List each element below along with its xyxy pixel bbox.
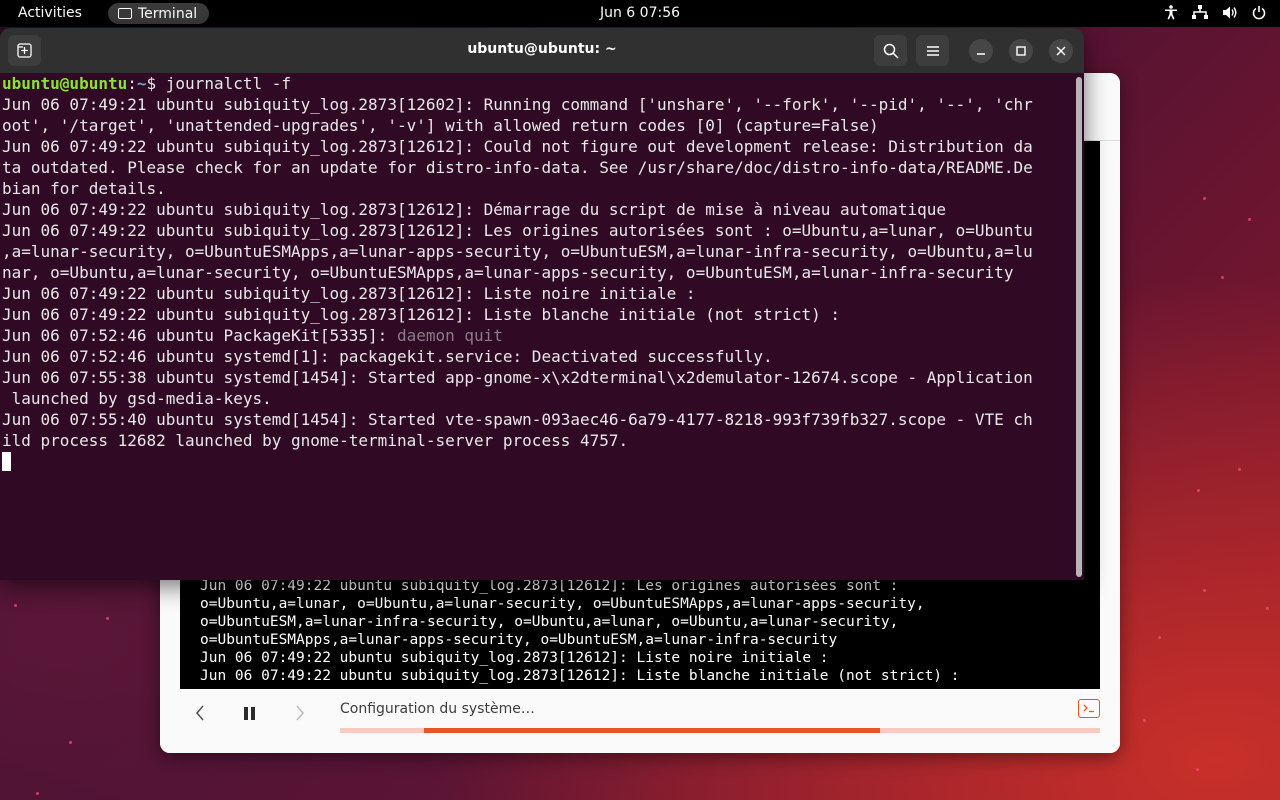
log-line-message: daemon quit <box>396 326 503 345</box>
log-line: nar, o=Ubuntu,a=lunar-security, o=Ubuntu… <box>2 263 1014 282</box>
log-line: oot', '/target', 'unattended-upgrades', … <box>2 116 879 135</box>
install-progress-fill <box>423 728 880 733</box>
log-line: Jun 06 07:49:22 ubuntu subiquity_log.287… <box>2 305 841 324</box>
log-line: Jun 06 07:49:22 ubuntu subiquity_log.287… <box>2 284 696 303</box>
command-text: journalctl -f <box>165 74 292 93</box>
log-line: Jun 06 07:49:22 ubuntu subiquity_log.287… <box>2 221 1033 240</box>
app-menu-terminal[interactable]: Terminal <box>108 3 210 24</box>
new-tab-button[interactable] <box>8 35 41 66</box>
new-tab-icon <box>17 43 32 58</box>
show-log-terminal-button[interactable] <box>1078 699 1100 718</box>
text-cursor <box>2 452 11 471</box>
menu-button[interactable] <box>916 35 949 66</box>
log-line: Jun 06 07:52:46 ubuntu systemd[1]: packa… <box>2 347 773 366</box>
search-icon <box>883 43 899 59</box>
terminal-icon <box>118 8 132 19</box>
log-line: Jun 06 07:55:40 ubuntu systemd[1454]: St… <box>2 410 1033 429</box>
chevron-left-icon <box>195 705 204 721</box>
back-button[interactable] <box>185 701 215 725</box>
pause-icon <box>244 706 255 720</box>
installer-footer: Configuration du système… <box>160 689 1120 753</box>
log-line: bian for details. <box>2 179 166 198</box>
log-line: Jun 06 07:49:22 ubuntu subiquity_log.287… <box>2 137 1033 156</box>
cursor-line <box>0 451 1074 472</box>
log-line-prefix: Jun 06 07:52:46 ubuntu PackageKit[5335]: <box>2 326 397 345</box>
terminal-scrollbar[interactable] <box>1076 77 1082 577</box>
hamburger-menu-icon <box>926 45 939 56</box>
power-icon[interactable] <box>1252 5 1266 20</box>
accessibility-icon[interactable] <box>1164 5 1178 20</box>
installer-log-line: o=UbuntuESM,a=lunar-infra-security, o=Ub… <box>200 614 899 630</box>
installer-status-text: Configuration du système… <box>340 701 535 717</box>
installer-log-line: Jun 06 07:49:22 ubuntu subiquity_log.287… <box>200 650 829 666</box>
installer-log-line: o=Ubuntu,a=lunar, o=Ubuntu,a=lunar-secur… <box>200 596 925 612</box>
search-button[interactable] <box>874 35 907 66</box>
installer-log-line: Jun 06 07:49:22 ubuntu subiquity_log.287… <box>200 668 960 684</box>
log-line: Jun 06 07:49:21 ubuntu subiquity_log.287… <box>2 95 1033 114</box>
log-line: launched by gsd-media-keys. <box>2 389 272 408</box>
forward-button[interactable] <box>285 701 315 725</box>
installer-log-line: o=UbuntuESMApps,a=lunar-apps-security, o… <box>200 632 838 648</box>
terminal-window: ubuntu@ubuntu: ~ ubuntu@ubuntu:~$ journa… <box>0 28 1084 580</box>
log-line: Jun 06 07:49:22 ubuntu subiquity_log.287… <box>2 200 947 219</box>
minimize-icon <box>977 53 985 55</box>
system-tray[interactable] <box>1164 5 1266 20</box>
app-menu-label: Terminal <box>138 5 198 22</box>
log-line-packagekit: Jun 06 07:52:46 ubuntu PackageKit[5335]:… <box>0 325 1074 346</box>
volume-icon[interactable] <box>1222 5 1238 20</box>
terminal-headerbar[interactable]: ubuntu@ubuntu: ~ <box>0 28 1084 73</box>
activities-button[interactable]: Activities <box>18 5 82 21</box>
top-bar: Activities Terminal Jun 6 07:56 <box>0 0 1280 27</box>
network-icon[interactable] <box>1192 5 1208 20</box>
terminal-icon <box>1083 704 1094 713</box>
prompt-symbol: $ <box>146 74 166 93</box>
prompt-user: ubuntu@ubuntu <box>2 74 128 93</box>
prompt-path: ~ <box>136 74 147 93</box>
close-icon <box>1056 46 1066 56</box>
maximize-button[interactable] <box>1009 39 1033 63</box>
log-line: Jun 06 07:55:38 ubuntu systemd[1454]: St… <box>2 368 1033 387</box>
clock[interactable]: Jun 6 07:56 <box>600 5 680 21</box>
pause-button[interactable] <box>235 701 265 725</box>
chevron-right-icon <box>296 705 305 721</box>
prompt-separator: : <box>127 74 137 93</box>
prompt-line: ubuntu@ubuntu:~$ journalctl -f <box>0 73 1074 94</box>
minimize-button[interactable] <box>969 39 993 63</box>
log-line: ild process 12682 launched by gnome-term… <box>2 431 629 450</box>
install-progress-bar <box>340 728 1100 733</box>
terminal-output[interactable]: ubuntu@ubuntu:~$ journalctl -f Jun 06 07… <box>0 73 1074 580</box>
log-line: ,a=lunar-security, o=UbuntuESMApps,a=lun… <box>2 242 1033 261</box>
maximize-icon <box>1016 46 1026 56</box>
window-title: ubuntu@ubuntu: ~ <box>467 41 617 57</box>
close-button[interactable] <box>1049 39 1073 63</box>
log-line: ta outdated. Please check for an update … <box>2 158 1033 177</box>
